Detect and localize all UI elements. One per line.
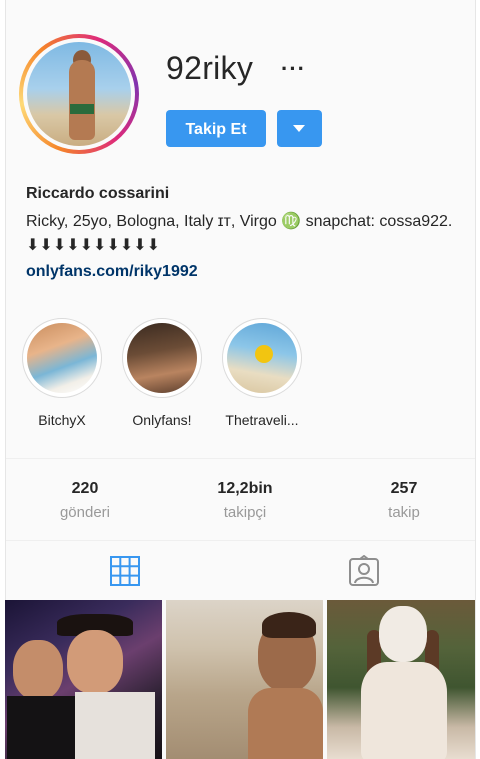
post-thumbnail-2[interactable]	[166, 600, 323, 759]
highlight-label: BitchyX	[38, 412, 86, 428]
stat-posts: 220 gönderi	[45, 480, 125, 521]
tab-tagged[interactable]	[348, 554, 380, 587]
tab-posts-grid[interactable]	[109, 555, 141, 587]
chevron-down-icon	[293, 125, 305, 132]
stat-posts-value: 220	[71, 480, 99, 497]
highlight-cover-image	[127, 323, 197, 393]
section-divider	[6, 540, 475, 541]
stat-followers-label: takipçi	[223, 504, 267, 521]
highlight-cover-image	[227, 323, 297, 393]
photo-face-shape	[13, 640, 63, 700]
section-divider	[6, 458, 475, 459]
avatar-photo	[27, 42, 131, 146]
post-thumbnail-1[interactable]	[5, 600, 162, 759]
avatar-border	[23, 38, 135, 150]
photo-face-shape	[379, 606, 427, 662]
profile-full-name: Riccardo cossarini	[26, 185, 170, 202]
photo-face-shape	[67, 630, 123, 694]
profile-website-link[interactable]: onlyfans.com/riky1992	[26, 263, 198, 281]
photo-shirt-shape	[7, 696, 77, 759]
avatar-figure-trunks	[70, 104, 94, 114]
stat-following-value: 257	[390, 480, 418, 497]
stat-following[interactable]: 257 takip	[364, 480, 444, 521]
follow-button[interactable]: Takip Et	[166, 110, 266, 147]
photo-body-shape	[248, 688, 323, 759]
highlight-label: Onlyfans!	[132, 412, 192, 428]
stat-followers-value: 12,2bin	[217, 480, 273, 497]
suggested-accounts-dropdown-button[interactable]	[277, 110, 322, 147]
highlight-ring	[22, 318, 102, 398]
tagged-icon	[349, 554, 379, 586]
profile-avatar[interactable]	[19, 34, 139, 154]
stat-posts-label: gönderi	[59, 504, 111, 521]
highlight-cover-image	[27, 323, 97, 393]
highlight-ring	[222, 318, 302, 398]
photo-hair-shape	[262, 612, 316, 638]
highlight-ball-shape	[255, 345, 273, 363]
right-window-edge	[475, 0, 480, 759]
avatar-figure-body	[69, 60, 95, 140]
highlight-ring	[122, 318, 202, 398]
stat-following-label: takip	[388, 504, 420, 521]
photo-dress-shape	[361, 662, 447, 759]
story-highlight-onlyfans[interactable]: Onlyfans!	[122, 318, 202, 428]
profile-bio: Ricky, 25yo, Bologna, Italy ɪᴛ, Virgo ♍ …	[26, 213, 453, 254]
story-highlight-bitchyx[interactable]: BitchyX	[22, 318, 102, 428]
story-highlight-thetraveli[interactable]: Thetraveli...	[222, 318, 302, 428]
photo-shirt-shape	[75, 692, 155, 759]
grid-icon	[110, 556, 140, 586]
stat-followers[interactable]: 12,2bin takipçi	[200, 480, 290, 521]
more-options-icon[interactable]: ···	[281, 56, 306, 82]
highlight-label: Thetraveli...	[225, 412, 299, 428]
post-thumbnail-3[interactable]	[327, 600, 475, 759]
profile-username: 92riky	[166, 50, 254, 86]
